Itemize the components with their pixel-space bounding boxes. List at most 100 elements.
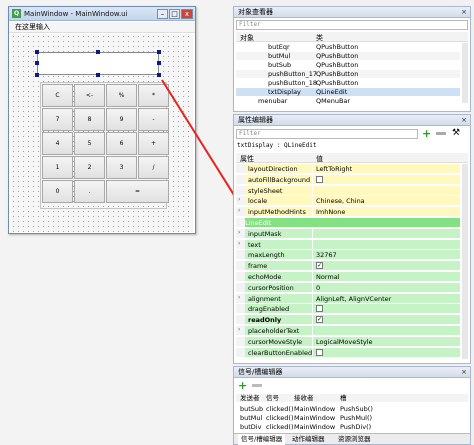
- property-value[interactable]: Chinese, China: [316, 196, 365, 206]
- close-icon[interactable]: ⨯: [461, 7, 467, 18]
- scrollbar[interactable]: [462, 43, 468, 103]
- property-name: layoutDirection: [248, 165, 298, 173]
- object-row[interactable]: butMul QPushButton: [236, 52, 460, 60]
- row-gutter: [236, 315, 245, 325]
- checkbox[interactable]: [316, 305, 323, 313]
- object-inspector-panel: 对象查看器 ⨯ Filter 对象 类 butEqr QPushButton butM…: [233, 6, 471, 112]
- column-divider: [312, 347, 313, 358]
- connection-row[interactable]: butMul clicked() MainWindow PushMul(): [236, 414, 460, 422]
- object-row[interactable]: menubar QMenuBar: [236, 97, 460, 105]
- property-row[interactable]: › inputMask: [236, 228, 460, 239]
- object-class: QMenuBar: [316, 97, 351, 105]
- property-name: styleSheet: [248, 186, 283, 195]
- expand-arrow-icon[interactable]: ›: [238, 207, 240, 215]
- connection-cell: PushDiv(): [340, 423, 372, 431]
- tab-action-editor[interactable]: 动作编辑器: [292, 434, 325, 445]
- property-row[interactable]: frame ✓: [236, 261, 460, 272]
- property-row[interactable]: QLineEdit: [236, 218, 460, 228]
- object-row[interactable]: butEqr QPushButton: [236, 43, 460, 51]
- connection-cell: PushSub(): [340, 405, 373, 413]
- property-name: maxLength: [248, 251, 285, 260]
- add-connection-icon[interactable]: +: [238, 380, 247, 391]
- property-value[interactable]: LeftToRight: [316, 164, 352, 174]
- expand-arrow-icon[interactable]: ›: [238, 240, 240, 248]
- property-name: alignment: [248, 294, 281, 303]
- object-name: menubar: [258, 97, 288, 105]
- checkbox[interactable]: ✓: [316, 262, 323, 270]
- property-name: clearButtonEnabled: [248, 348, 313, 357]
- column-divider: [312, 261, 313, 272]
- signal-col: 信号: [266, 394, 279, 402]
- property-value[interactable]: 32767: [316, 250, 337, 260]
- property-name: cursorMoveStyle: [248, 337, 303, 346]
- property-row[interactable]: echoMode Normal: [236, 272, 460, 282]
- property-row[interactable]: maxLength 32767: [236, 250, 460, 261]
- tab-signal-slot[interactable]: 信号/槽编辑器: [238, 434, 286, 445]
- object-row[interactable]: pushButton_17 QPushButton: [236, 70, 460, 78]
- property-value[interactable]: ImhNone: [316, 207, 345, 217]
- add-property-icon[interactable]: +: [422, 128, 433, 139]
- property-row[interactable]: › locale Chinese, China: [236, 196, 460, 207]
- property-row[interactable]: › inputMethodHints ImhNone: [236, 207, 460, 218]
- tab-resource-browser[interactable]: 资源浏览器: [338, 434, 371, 445]
- property-filter-input[interactable]: Filter: [236, 129, 418, 139]
- property-row[interactable]: styleSheet: [236, 185, 460, 196]
- connection-cell: butDiv: [240, 423, 262, 431]
- property-name: cursorPosition: [248, 283, 294, 292]
- property-row[interactable]: dragEnabled: [236, 304, 460, 315]
- object-row[interactable]: pushButton_18 QPushButton: [236, 79, 460, 87]
- property-row[interactable]: autoFillBackground: [236, 174, 460, 185]
- remove-connection-icon[interactable]: [252, 384, 262, 387]
- object-name: txtDisplay: [268, 88, 301, 96]
- property-row[interactable]: readOnly ✓: [236, 315, 460, 326]
- column-divider: [312, 228, 313, 239]
- property-name: readOnly: [248, 316, 282, 325]
- expand-arrow-icon[interactable]: ›: [238, 326, 240, 334]
- row-gutter: [236, 174, 245, 184]
- column-divider: [312, 239, 313, 250]
- connection-row[interactable]: butSub clicked() MainWindow PushSub(): [236, 405, 460, 413]
- property-name: placeholderText: [248, 327, 300, 335]
- property-row[interactable]: › placeholderText: [236, 326, 460, 336]
- row-gutter: [236, 336, 245, 346]
- property-editor-title: 属性编辑器: [238, 116, 273, 124]
- checkbox[interactable]: [316, 175, 323, 183]
- connection-row[interactable]: butDiv clicked() MainWindow PushDiv(): [236, 423, 460, 431]
- connection-cell: MainWindow: [294, 414, 336, 422]
- close-icon[interactable]: ⨯: [461, 367, 467, 378]
- object-name: butMul: [268, 52, 291, 60]
- col-object: 对象: [240, 34, 254, 42]
- property-row[interactable]: cursorMoveStyle LogicalMoveStyle: [236, 336, 460, 347]
- checkbox[interactable]: [316, 348, 323, 356]
- object-row[interactable]: butSub QPushButton: [236, 61, 460, 69]
- property-value[interactable]: AlignLeft, AlignVCenter: [316, 294, 391, 304]
- column-divider: [312, 272, 313, 282]
- close-icon[interactable]: ⨯: [461, 115, 467, 126]
- remove-property-icon[interactable]: [436, 132, 446, 135]
- row-gutter: [236, 304, 245, 314]
- property-row[interactable]: clearButtonEnabled: [236, 347, 460, 358]
- object-filter-input[interactable]: Filter: [236, 20, 468, 30]
- property-row[interactable]: cursorPosition 0: [236, 282, 460, 293]
- property-name: echoMode: [248, 273, 282, 281]
- property-name: frame: [248, 262, 268, 271]
- expand-arrow-icon[interactable]: ›: [238, 196, 240, 204]
- property-value[interactable]: LogicalMoveStyle: [316, 337, 373, 347]
- property-value[interactable]: Normal: [316, 272, 340, 282]
- property-row[interactable]: › text: [236, 239, 460, 250]
- scrollbar[interactable]: [462, 164, 468, 359]
- property-row[interactable]: › alignment AlignLeft, AlignVCenter: [236, 293, 460, 304]
- property-value[interactable]: 0: [316, 283, 320, 293]
- bottom-tabs: 信号/槽编辑器 动作编辑器 资源浏览器: [234, 433, 470, 445]
- wrench-icon[interactable]: ⚒: [452, 128, 462, 138]
- checkbox[interactable]: ✓: [316, 316, 323, 324]
- signal-slot-panel: 信号/槽编辑器 ⨯ + 信号/槽编辑器 动作编辑器 资源浏览器 发送者 信号 接收者 槽…: [233, 366, 471, 445]
- property-name: inputMethodHints: [248, 208, 306, 217]
- row-gutter: [236, 272, 245, 281]
- object-class: QPushButton: [316, 79, 359, 87]
- property-row[interactable]: layoutDirection LeftToRight: [236, 164, 460, 174]
- expand-arrow-icon[interactable]: ›: [238, 229, 240, 237]
- column-divider: [312, 250, 313, 261]
- object-row[interactable]: txtDisplay QLineEdit: [236, 88, 460, 96]
- expand-arrow-icon[interactable]: ›: [238, 294, 240, 302]
